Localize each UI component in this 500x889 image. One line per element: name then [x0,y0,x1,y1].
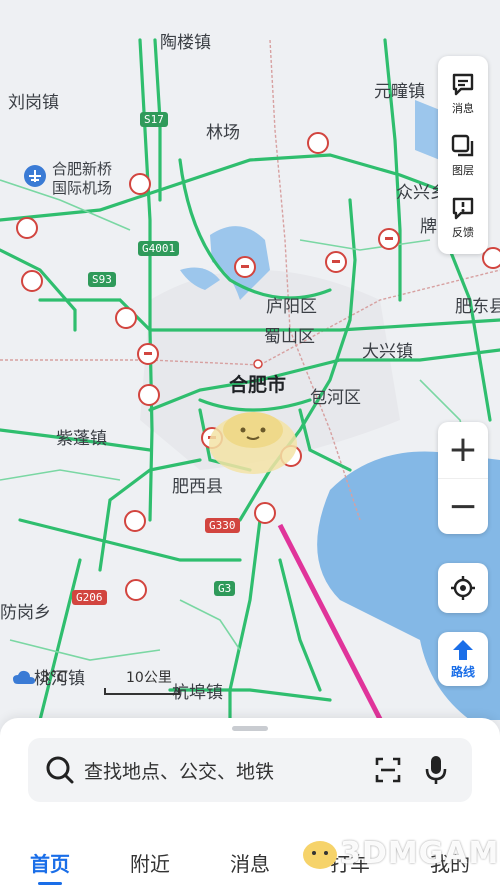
weather-widget[interactable]: 3°C [12,668,68,686]
scan-icon[interactable] [374,756,402,784]
place-label-feidong: 肥东县 [455,297,500,317]
messages-button[interactable]: 消息 [449,62,477,124]
scale-bar [104,688,180,695]
watermark-logo-icon [303,841,337,869]
locate-button[interactable] [438,563,488,613]
place-label-linchang: 林场 [206,123,240,143]
place-label-shushan: 蜀山区 [264,327,315,347]
watermark-text: 3DMGAME [340,835,500,871]
locate-icon [451,576,475,600]
feedback-button[interactable]: 反馈 [449,186,477,248]
layers-button[interactable]: 图层 [449,124,477,186]
cloud-icon [13,670,35,684]
place-label-baohe: 包河区 [310,388,361,408]
highway-shield-s17: S17 [140,112,168,127]
place-label-airport-1: 合肥新桥 [52,160,113,178]
route-label: 路线 [450,664,475,679]
tab-nearby[interactable]: 附近 [130,848,170,877]
place-label-pai: 牌 [420,217,437,237]
scale-label: 10公里 [126,670,172,686]
highway-shield-g330: G330 [205,518,240,533]
highway-shield-g4001: G4001 [138,241,180,256]
search-input[interactable]: 查找地点、公交、地铁 [84,757,374,784]
mascot-icon[interactable] [205,404,301,486]
zoom-out-button[interactable]: − [438,478,488,535]
weather-temp: 3°C [40,668,68,686]
place-label-airport-2: 国际机场 [52,179,113,197]
search-icon [46,756,74,784]
map-side-panel: 消息 图层 反馈 [438,56,488,254]
tab-home[interactable]: 首页 [30,848,70,885]
highway-shield-g206: G206 [72,590,107,605]
message-icon [452,73,474,96]
place-label-luyang: 庐阳区 [266,297,317,317]
tab-messages[interactable]: 消息 [230,848,270,877]
highway-shield-g3: G3 [214,581,236,596]
route-arrow-icon [453,639,473,660]
messages-label: 消息 [452,102,474,115]
microphone-icon[interactable] [424,754,448,786]
route-button[interactable]: 路线 [438,632,488,686]
place-label-daxing: 大兴镇 [362,342,413,362]
sheet-drag-handle[interactable] [232,726,268,731]
watermark: 3DMGAME [300,835,500,871]
highway-shield-s93: S93 [88,272,116,287]
search-bar[interactable]: 查找地点、公交、地铁 [28,738,472,802]
reservoir-east [415,100,440,160]
layers-icon [451,134,474,157]
zoom-controls: + − [438,422,488,534]
place-label-zipeng: 紫蓬镇 [56,429,107,449]
layers-label: 图层 [452,164,474,177]
feedback-icon [452,197,474,220]
place-label-yuantuan: 元疃镇 [374,82,425,102]
place-label-liugang: 刘岗镇 [8,93,59,113]
zoom-in-button[interactable]: + [438,422,488,478]
place-label-taoling: 陶楼镇 [160,33,211,53]
place-label-hefei: 合肥市 [229,374,287,396]
map-scale: 10公里 [104,667,180,695]
feedback-label: 反馈 [452,226,474,239]
place-label-fanggang: 防岗乡 [0,603,51,623]
